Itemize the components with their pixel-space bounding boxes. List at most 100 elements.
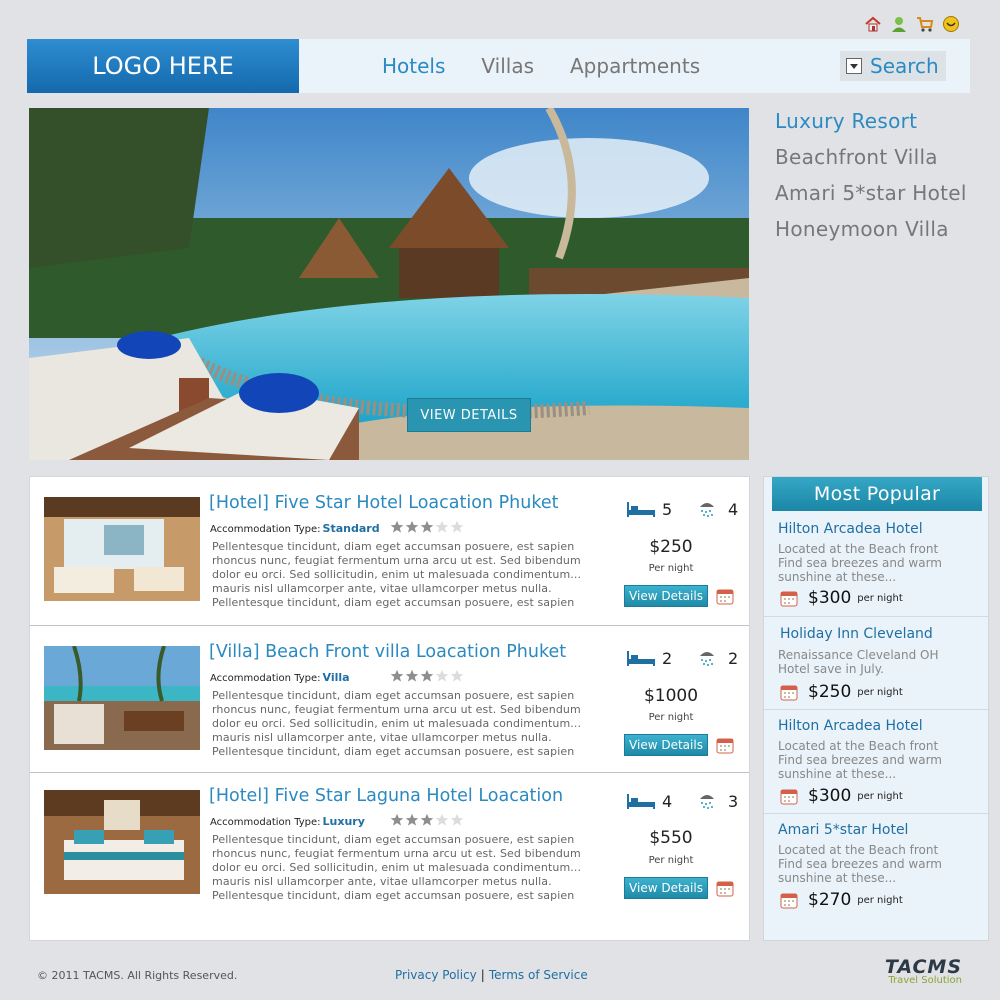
popular-item-price: $250	[808, 682, 852, 702]
listing-description: Pellentesque tincidunt, diam eget accums…	[212, 689, 582, 758]
star-filled-icon	[405, 520, 419, 533]
calendar-icon[interactable]	[716, 879, 734, 897]
divider	[764, 709, 988, 710]
nav-villas[interactable]: Villas	[481, 54, 534, 78]
popular-item-price-row: $300 per night	[780, 786, 903, 806]
listing-panel: [Hotel] Five Star Hotel Loacation Phuket…	[29, 476, 750, 941]
listing-thumbnail[interactable]	[44, 497, 200, 601]
calendar-icon[interactable]	[716, 736, 734, 754]
view-details-button[interactable]: View Details	[624, 877, 708, 899]
listing-item: [Hotel] Five Star Laguna Hotel Loacation…	[30, 773, 749, 939]
star-filled-icon	[405, 669, 419, 682]
listing-amenities: 4 3	[626, 791, 758, 811]
star-empty-icon	[450, 813, 464, 826]
hero-image	[29, 108, 749, 460]
calendar-icon[interactable]	[780, 891, 798, 909]
bed-icon	[627, 502, 655, 517]
shower-icon	[700, 652, 714, 666]
calendar-icon[interactable]	[780, 589, 798, 607]
side-nav-luxury-resort[interactable]: Luxury Resort	[775, 108, 967, 144]
most-popular-title: Most Popular	[772, 477, 982, 511]
star-rating	[390, 669, 464, 683]
per-night-label: Per night	[648, 712, 694, 723]
link-separator: |	[480, 968, 485, 982]
popular-item-price-row: $250 per night	[780, 682, 903, 702]
star-filled-icon	[390, 520, 404, 533]
view-details-button[interactable]: View Details	[624, 734, 708, 756]
chevron-down-icon	[846, 58, 862, 74]
accommodation-type: Accommodation Type: Standard	[210, 522, 380, 535]
listing-thumbnail[interactable]	[44, 646, 200, 750]
cart-icon[interactable]	[916, 15, 934, 33]
per-night-label: per night	[857, 686, 903, 698]
popular-item-name[interactable]: Hilton Arcadea Hotel	[778, 521, 923, 537]
side-nav-honeymoon-villa[interactable]: Honeymoon Villa	[775, 216, 967, 252]
view-details-button[interactable]: VIEW DETAILS	[407, 398, 531, 432]
listing-title[interactable]: [Villa] Beach Front villa Loacation Phuk…	[209, 642, 566, 662]
side-nav-beachfront-villa[interactable]: Beachfront Villa	[775, 144, 967, 180]
star-empty-icon	[435, 520, 449, 533]
listing-amenities: 5 4	[626, 499, 758, 519]
star-empty-icon	[435, 813, 449, 826]
nav-appartments[interactable]: Appartments	[570, 54, 700, 78]
listing-title[interactable]: [Hotel] Five Star Hotel Loacation Phuket	[209, 493, 558, 513]
per-night-label: per night	[857, 592, 903, 604]
star-filled-icon	[390, 669, 404, 682]
shower-icon	[700, 503, 714, 517]
copyright: © 2011 TACMS. All Rights Reserved.	[37, 969, 238, 982]
popular-item-name[interactable]: Hilton Arcadea Hotel	[778, 718, 923, 734]
popular-item: Hilton Arcadea Hotel Located at the Beac…	[764, 521, 988, 617]
search-label: Search	[870, 54, 939, 78]
accommodation-type: Accommodation Type: Villa	[210, 671, 350, 684]
popular-item-description: Renaissance Cleveland OH Hotel save in Ju…	[778, 648, 939, 676]
side-nav: Luxury Resort Beachfront Villa Amari 5*s…	[775, 108, 967, 252]
listing-description: Pellentesque tincidunt, diam eget accums…	[212, 833, 582, 902]
main-nav: Hotels Villas Appartments	[382, 39, 736, 93]
divider	[764, 616, 988, 617]
beds-count: 2	[662, 648, 673, 668]
help-icon[interactable]	[942, 15, 960, 33]
search-button[interactable]: Search	[840, 51, 946, 81]
logo[interactable]: LOGO HERE	[27, 39, 299, 93]
star-rating	[390, 520, 464, 534]
hero-banner: VIEW DETAILS	[29, 108, 749, 460]
listing-title[interactable]: [Hotel] Five Star Laguna Hotel Loacation	[209, 786, 563, 806]
popular-item-name[interactable]: Holiday Inn Cleveland	[780, 626, 933, 642]
per-night-label: Per night	[648, 563, 694, 574]
per-night-label: per night	[857, 894, 903, 906]
calendar-icon[interactable]	[716, 587, 734, 605]
user-icon[interactable]	[890, 15, 908, 33]
bed-icon	[627, 651, 655, 666]
listing-price: $1000	[643, 686, 699, 706]
view-details-button[interactable]: View Details	[624, 585, 708, 607]
showers-count: 3	[728, 791, 739, 811]
home-icon[interactable]	[864, 15, 882, 33]
beds-count: 4	[662, 791, 673, 811]
star-empty-icon	[435, 669, 449, 682]
listing-item: [Hotel] Five Star Hotel Loacation Phuket…	[30, 477, 749, 625]
brand-logo[interactable]: TACMS Travel Solution	[885, 956, 962, 986]
showers-count: 2	[728, 648, 739, 668]
star-filled-icon	[405, 813, 419, 826]
divider	[764, 813, 988, 814]
utility-icons	[864, 15, 960, 33]
listing-thumbnail[interactable]	[44, 790, 200, 894]
shower-icon	[700, 795, 714, 809]
popular-item-name[interactable]: Amari 5*star Hotel	[778, 822, 908, 838]
beds-count: 5	[662, 499, 673, 519]
privacy-policy-link[interactable]: Privacy Policy	[395, 968, 477, 982]
footer-links: Privacy Policy | Terms of Service	[395, 968, 588, 982]
popular-item-price-row: $300 per night	[780, 588, 903, 608]
side-nav-amari-hotel[interactable]: Amari 5*star Hotel	[775, 180, 967, 216]
star-empty-icon	[450, 669, 464, 682]
header-bar: LOGO HERE Hotels Villas Appartments Sear…	[27, 39, 970, 93]
calendar-icon[interactable]	[780, 787, 798, 805]
popular-item-price: $270	[808, 890, 852, 910]
terms-of-service-link[interactable]: Terms of Service	[489, 968, 588, 982]
listing-price: $550	[649, 828, 693, 848]
calendar-icon[interactable]	[780, 683, 798, 701]
per-night-label: per night	[857, 790, 903, 802]
popular-item-description: Located at the Beach front Find sea breez…	[778, 542, 942, 584]
nav-hotels[interactable]: Hotels	[382, 54, 445, 78]
brand-tagline: Travel Solution	[888, 975, 962, 986]
